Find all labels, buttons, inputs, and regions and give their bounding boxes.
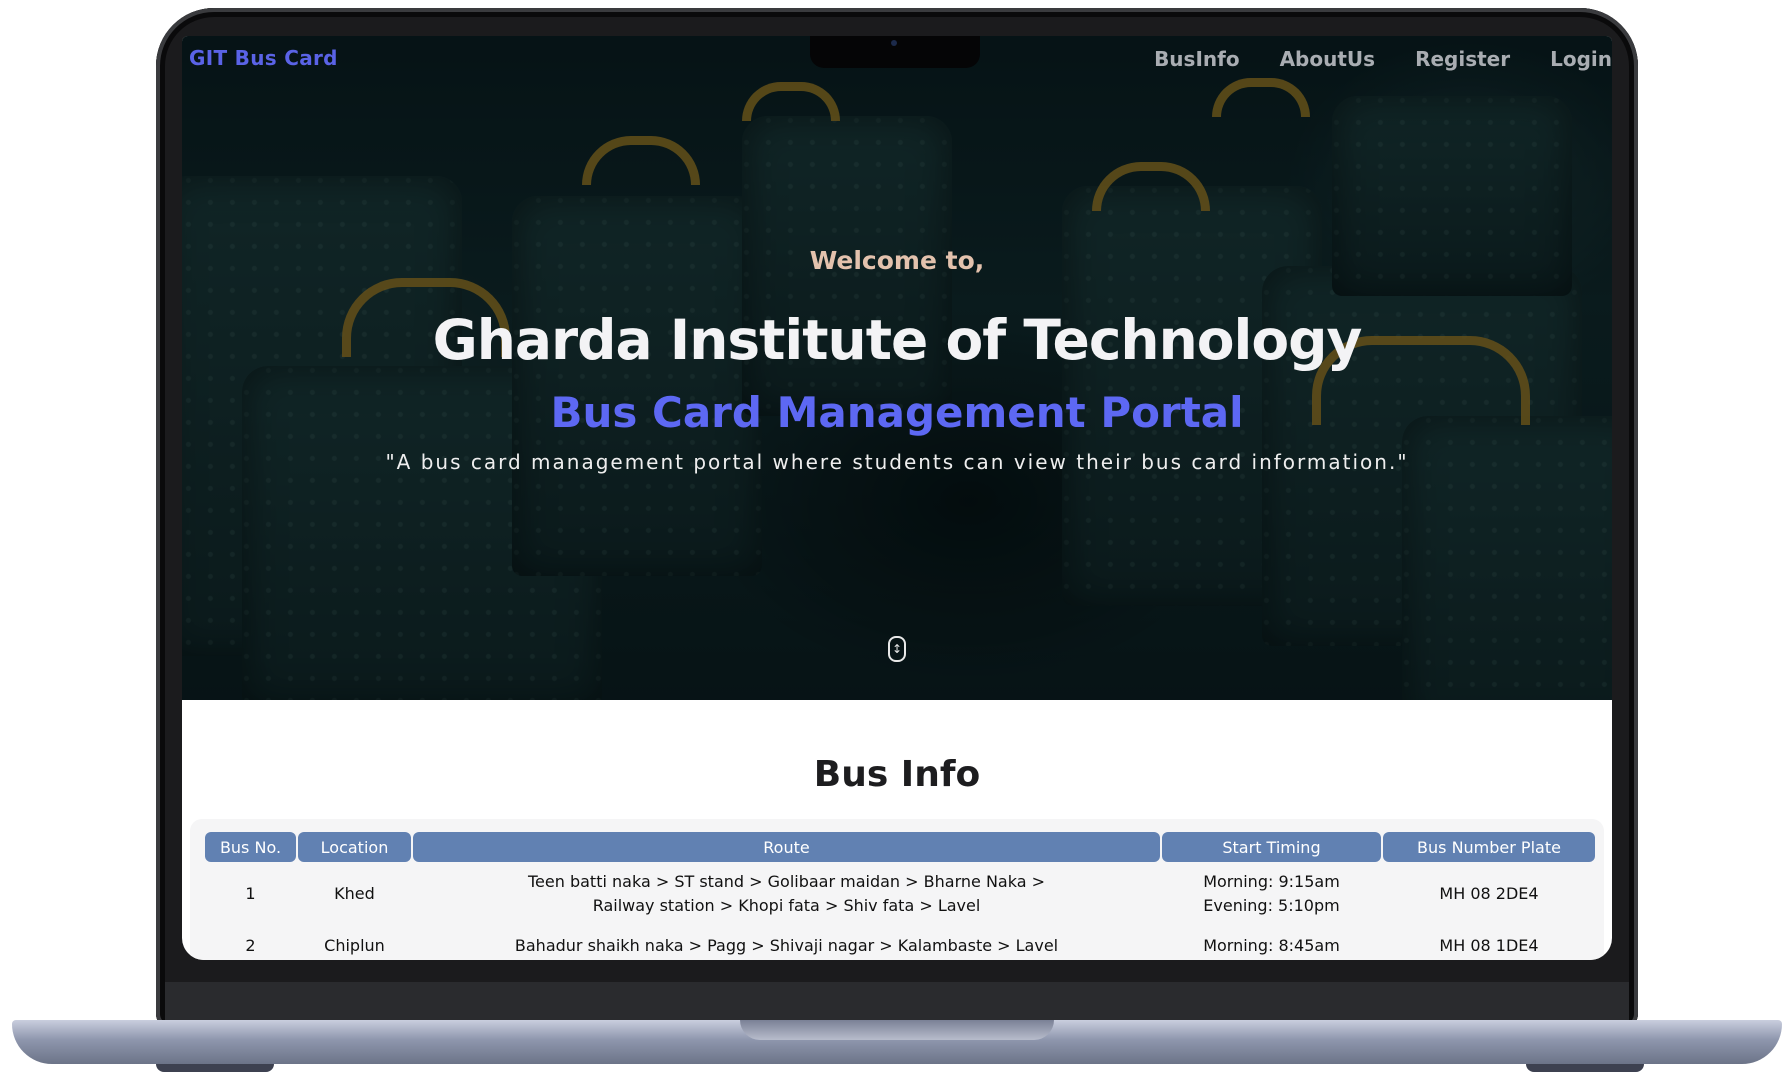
- cell-bus-no: 1: [245, 884, 256, 903]
- hero-section: GIT Bus Card BusInfo AboutUs Register Lo…: [182, 36, 1612, 700]
- timing-morning: Morning: 9:15am: [1203, 872, 1340, 891]
- bus-info-table-container: Bus No. Location Route Start Timing Bus …: [190, 819, 1604, 960]
- column-header-route: Route: [413, 832, 1160, 862]
- hero-tagline: "A bus card management portal where stud…: [385, 450, 1409, 474]
- cell-bus-number-plate: MH 08 2DE4: [1439, 884, 1539, 903]
- cell-start-timing: Morning: 9:15am Evening: 5:10pm: [1162, 862, 1381, 926]
- cell-bus-number-plate: MH 08 1DE4: [1439, 936, 1539, 955]
- timing-morning: Morning: 8:45am: [1203, 936, 1340, 955]
- nav-link-businfo[interactable]: BusInfo: [1154, 47, 1240, 71]
- cell-location: Khed: [334, 884, 375, 903]
- column-header-start-timing: Start Timing: [1162, 832, 1381, 862]
- route-line: Bahadur shaikh naka > Pagg > Shivaji nag…: [514, 936, 1059, 955]
- nav-link-login[interactable]: Login: [1550, 47, 1612, 71]
- top-nav: BusInfo AboutUs Register Login: [1154, 47, 1612, 71]
- laptop-foot-left: [156, 1064, 274, 1072]
- timing-evening: Evening: 5:10pm: [1203, 896, 1340, 915]
- brand-logo-link[interactable]: GIT Bus Card: [189, 46, 338, 70]
- cell-start-timing: Morning: 8:45am: [1162, 926, 1381, 960]
- hero-subtitle: Bus Card Management Portal: [550, 388, 1244, 437]
- column-header-bus-number-plate: Bus Number Plate: [1383, 832, 1595, 862]
- route-line: Teen batti naka > ST stand > Golibaar ma…: [528, 872, 1045, 891]
- column-header-bus-no: Bus No.: [205, 832, 296, 862]
- table-header-row: Bus No. Location Route Start Timing Bus …: [205, 832, 1595, 862]
- cell-location: Chiplun: [324, 936, 385, 955]
- laptop-bezel-bottom: [165, 982, 1629, 1020]
- mouse-scroll-icon[interactable]: ↕: [888, 636, 906, 662]
- hero-welcome-text: Welcome to,: [809, 246, 985, 275]
- table-row: 2 Chiplun Bahadur shaikh naka > Pagg > S…: [205, 926, 1595, 960]
- nav-link-register[interactable]: Register: [1415, 47, 1510, 71]
- laptop-foot-right: [1526, 1064, 1644, 1072]
- camera-notch: [810, 36, 980, 68]
- cell-route: Bahadur shaikh naka > Pagg > Shivaji nag…: [413, 926, 1160, 960]
- bus-info-table: Bus No. Location Route Start Timing Bus …: [203, 832, 1597, 960]
- hero-title: Gharda Institute of Technology: [432, 308, 1363, 372]
- laptop-base-lip: [740, 1020, 1054, 1040]
- cell-bus-no: 2: [245, 936, 256, 955]
- bus-info-heading: Bus Info: [813, 754, 981, 795]
- table-row: 1 Khed Teen batti naka > ST stand > Goli…: [205, 862, 1595, 926]
- route-line: Railway station > Khopi fata > Shiv fata…: [592, 896, 981, 915]
- cell-route: Teen batti naka > ST stand > Golibaar ma…: [413, 862, 1160, 926]
- column-header-location: Location: [298, 832, 411, 862]
- screen: GIT Bus Card BusInfo AboutUs Register Lo…: [182, 36, 1612, 960]
- nav-link-aboutus[interactable]: AboutUs: [1280, 47, 1375, 71]
- camera-icon: [891, 40, 897, 46]
